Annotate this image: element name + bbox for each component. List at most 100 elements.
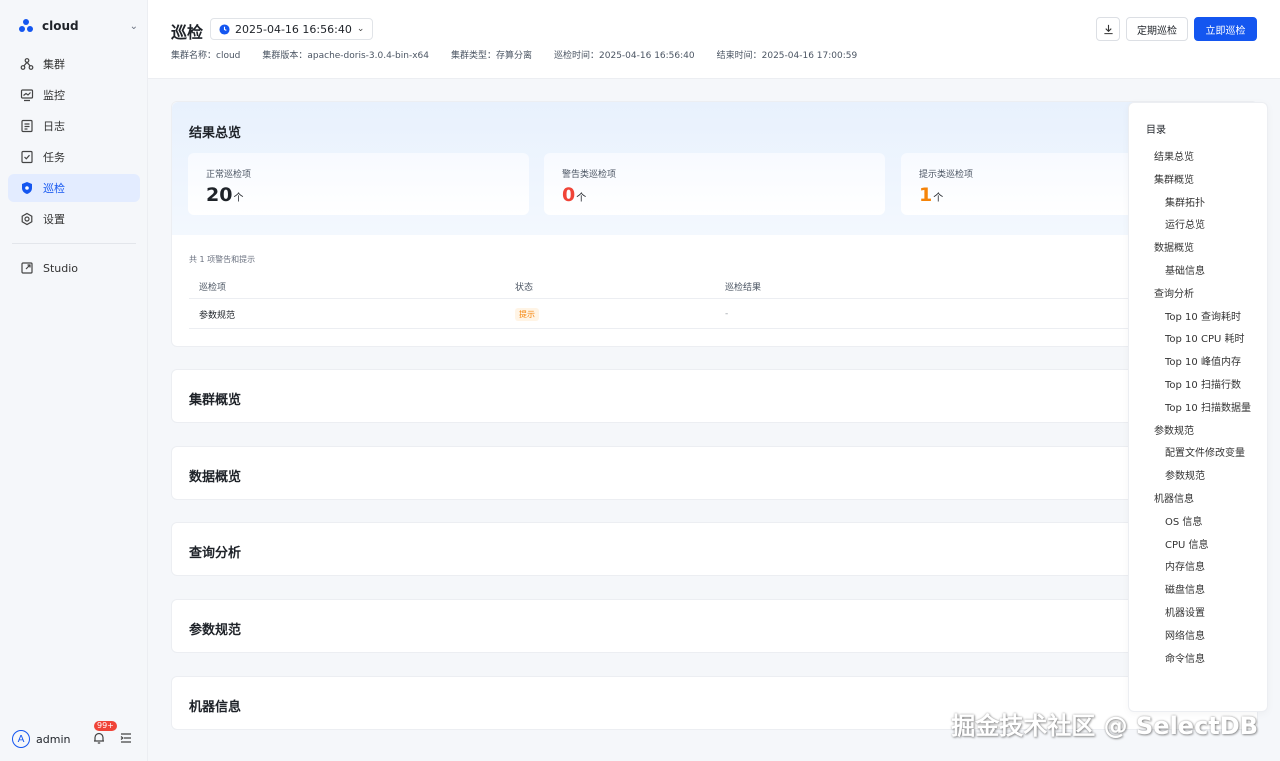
scheduled-inspection-button[interactable]: 定期巡检 <box>1126 17 1188 41</box>
toc-item[interactable]: 磁盘信息 <box>1165 581 1205 596</box>
sidebar-item-studio[interactable]: Studio <box>8 254 140 282</box>
column-header: 巡检项 <box>199 283 227 293</box>
section-title: 数据概览 <box>189 470 242 485</box>
meta-inspect-time: 巡检时间：2025-04-16 16:56:40 <box>554 51 695 61</box>
log-icon <box>20 119 34 133</box>
toc-item[interactable]: OS 信息 <box>1165 513 1202 528</box>
section-title: 参数规范 <box>189 623 242 638</box>
menu-collapse-icon[interactable] <box>120 732 132 744</box>
username: admin <box>36 732 71 746</box>
stat-card-normal: 正常巡检项 20个 <box>188 153 529 215</box>
cluster-name: cloud <box>42 19 79 33</box>
toc-item[interactable]: Top 10 扫描数据量 <box>1165 399 1251 414</box>
stat-label: 警告类巡检项 <box>562 170 617 180</box>
run-inspection-button[interactable]: 立即巡检 <box>1194 17 1257 41</box>
stat-unit: 个 <box>576 193 587 204</box>
user-footer: A admin 99+ <box>12 721 136 749</box>
avatar[interactable]: A <box>12 730 30 748</box>
toc-item[interactable]: 网络信息 <box>1165 627 1205 642</box>
chevron-down-icon: ⌄ <box>356 24 365 34</box>
section-title: 结果总览 <box>189 126 242 141</box>
cluster-switcher[interactable]: cloud ⌄ <box>18 16 138 36</box>
toc-item[interactable]: 命令信息 <box>1165 650 1205 665</box>
inspection-time-value: 2025-04-16 16:56:40 <box>235 22 352 36</box>
stat-label: 正常巡检项 <box>206 170 252 180</box>
toc-item[interactable]: 机器信息 <box>1154 490 1194 505</box>
summary-card: 结果总览 正常巡检项 20个 警告类巡检项 0个 提示类巡检项 1个 共 1 项… <box>171 101 1258 347</box>
section-title: 查询分析 <box>189 546 242 561</box>
toc-item[interactable]: 配置文件修改变量 <box>1165 444 1245 459</box>
sidebar-item-label: 监控 <box>43 89 65 102</box>
divider <box>12 243 136 244</box>
section-title: 机器信息 <box>189 700 242 715</box>
stat-unit: 个 <box>933 193 944 204</box>
page-title: 巡检 <box>171 23 204 42</box>
toc-item[interactable]: 集群拓扑 <box>1165 194 1205 209</box>
toc-item[interactable]: 参数规范 <box>1165 467 1205 482</box>
sidebar-item-task[interactable]: 任务 <box>8 143 140 171</box>
row-result: - <box>725 309 729 319</box>
inspection-time-select[interactable]: 2025-04-16 16:56:40 ⌄ <box>210 18 374 40</box>
toc-item[interactable]: 机器设置 <box>1165 604 1205 619</box>
table-header: 巡检项 状态 巡检结果 <box>189 275 1241 299</box>
cluster-icon <box>20 57 34 71</box>
toc-item[interactable]: Top 10 扫描行数 <box>1165 376 1241 391</box>
toc-item[interactable]: 内存信息 <box>1165 558 1205 573</box>
table-of-contents: 目录 结果总览集群概览集群拓扑运行总览数据概览基础信息查询分析 Top 10 查询… <box>1128 102 1268 712</box>
row-status: 提示 <box>515 300 539 328</box>
toc-item[interactable]: 结果总览 <box>1154 148 1194 163</box>
toc-item[interactable]: CPU 信息 <box>1165 536 1209 551</box>
toc-item[interactable]: 运行总览 <box>1165 216 1205 231</box>
toc-item[interactable]: Top 10 查询耗时 <box>1165 308 1241 323</box>
clock-icon <box>219 23 230 35</box>
toc-item[interactable]: Top 10 CPU 耗时 <box>1165 330 1244 345</box>
stat-value: 0个 <box>562 184 586 206</box>
main-content: 结果总览 正常巡检项 20个 警告类巡检项 0个 提示类巡检项 1个 共 1 项… <box>148 79 1280 761</box>
section-card-parameter-spec[interactable]: 参数规范 <box>171 599 1258 653</box>
sidebar-item-label: 设置 <box>43 213 65 226</box>
row-item: 参数规范 <box>199 310 236 321</box>
monitor-icon <box>20 88 34 102</box>
stat-number: 20 <box>206 184 233 206</box>
toc-title: 目录 <box>1146 125 1166 136</box>
column-header: 巡检结果 <box>725 283 762 293</box>
watermark: 掘金技术社区 @ SelectDB <box>951 712 1258 740</box>
sidebar-item-label: 任务 <box>43 151 65 164</box>
sidebar-nav: 集群 监控 日志 任务 巡检 设置 Studio <box>8 50 140 285</box>
chevron-down-icon[interactable]: ⌄ <box>130 21 138 32</box>
sidebar-item-settings[interactable]: 设置 <box>8 205 140 233</box>
stat-unit: 个 <box>233 193 244 204</box>
notification-badge: 99+ <box>94 721 117 731</box>
stat-card-warning: 警告类巡检项 0个 <box>544 153 885 215</box>
toc-item[interactable]: 参数规范 <box>1154 422 1194 437</box>
sidebar-item-label: 集群 <box>43 58 65 71</box>
task-icon <box>20 150 34 164</box>
stat-value: 20个 <box>206 184 243 206</box>
toc-item[interactable]: 基础信息 <box>1165 262 1205 277</box>
sidebar-item-monitor[interactable]: 监控 <box>8 81 140 109</box>
toc-item[interactable]: Top 10 峰值内存 <box>1165 353 1241 368</box>
toc-item[interactable]: 数据概览 <box>1154 239 1194 254</box>
sidebar-item-label: 巡检 <box>43 182 65 195</box>
toc-item[interactable]: 查询分析 <box>1154 285 1194 300</box>
issue-count: 共 1 项警告和提示 <box>189 255 256 264</box>
page-header: 巡检 2025-04-16 16:56:40 ⌄ 集群名称：cloud 集群版本… <box>148 0 1280 79</box>
download-button[interactable] <box>1096 17 1120 41</box>
cluster-meta: 集群名称：cloud 集群版本：apache-doris-3.0.4-bin-x… <box>171 48 879 61</box>
bell-icon[interactable] <box>92 731 106 745</box>
section-card-data-overview[interactable]: 数据概览 <box>171 446 1258 500</box>
section-card-query-analysis[interactable]: 查询分析 <box>171 522 1258 576</box>
toc-item[interactable]: 集群概览 <box>1154 171 1194 186</box>
stat-number: 1 <box>919 184 933 206</box>
sidebar-item-label: Studio <box>43 261 79 275</box>
table-row[interactable]: 参数规范 提示 - <box>189 300 1241 329</box>
meta-cluster-name: 集群名称：cloud <box>171 51 241 61</box>
sidebar-item-log[interactable]: 日志 <box>8 112 140 140</box>
inspection-icon <box>20 181 34 195</box>
sidebar-item-label: 日志 <box>43 120 65 133</box>
section-card-cluster-overview[interactable]: 集群概览 <box>171 369 1258 423</box>
section-title: 集群概览 <box>189 393 242 408</box>
sidebar-item-inspection[interactable]: 巡检 <box>8 174 140 202</box>
sidebar-item-cluster[interactable]: 集群 <box>8 50 140 78</box>
stat-value: 1个 <box>919 184 943 206</box>
